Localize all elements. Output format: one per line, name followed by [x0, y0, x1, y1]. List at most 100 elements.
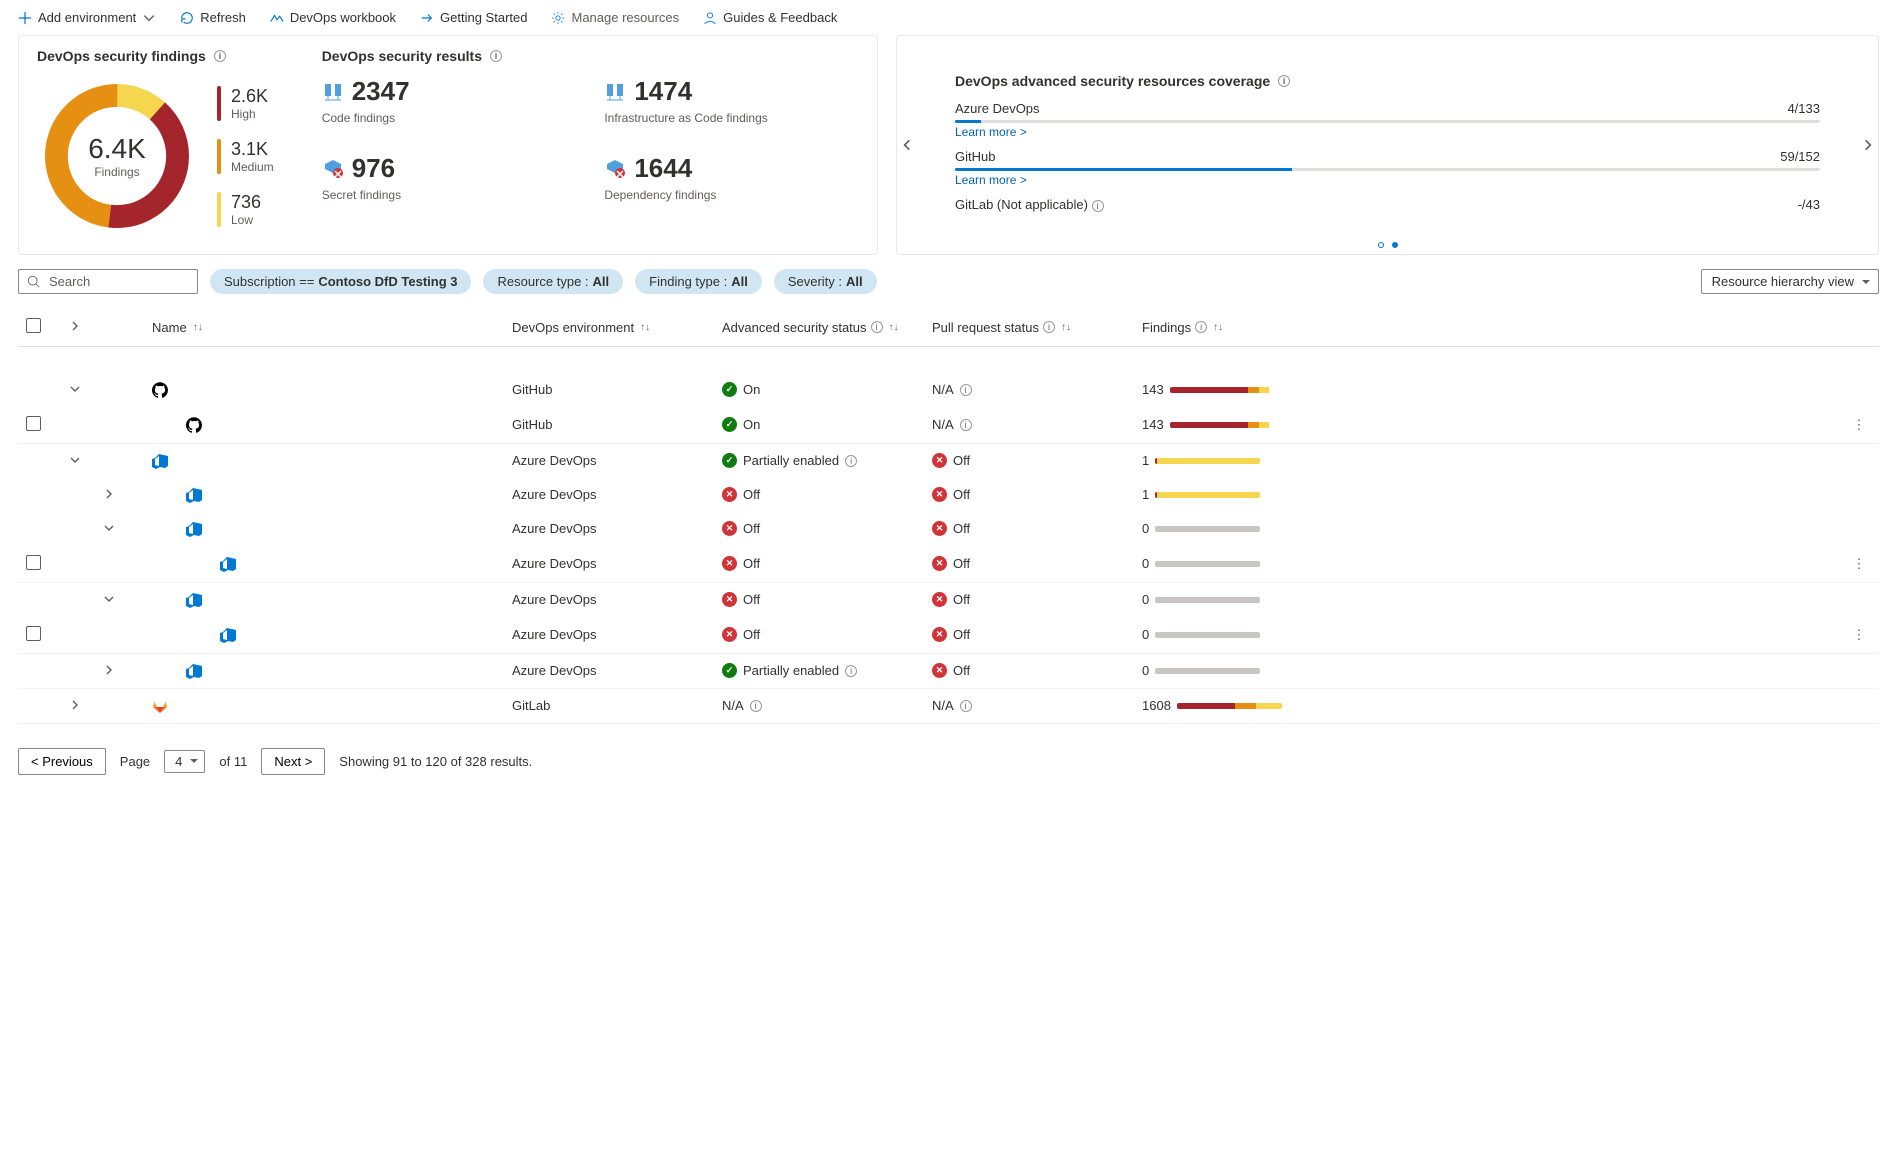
carousel-dot[interactable]: [1392, 242, 1398, 248]
table-row[interactable]: Azure DevOps✓Partially enabled i✕Off1: [18, 443, 1879, 478]
sort-icon: ↑↓: [1061, 322, 1071, 333]
expand-toggle[interactable]: [68, 698, 82, 712]
findings-bar: [1170, 387, 1275, 393]
next-button[interactable]: Next >: [261, 748, 325, 775]
secret-findings-tile[interactable]: 976 Secret findings: [322, 153, 577, 202]
info-icon[interactable]: i: [1092, 200, 1104, 212]
search-input[interactable]: Search: [18, 269, 198, 294]
findings-bar: [1155, 597, 1260, 603]
filter-subscription[interactable]: Subscription == Contoso DfD Testing 3: [210, 269, 471, 294]
findings-cell: 0: [1142, 627, 1831, 642]
col-findings-header[interactable]: Findings: [1142, 320, 1191, 335]
search-icon: [27, 275, 41, 289]
row-more-button[interactable]: ⋮: [1853, 417, 1866, 432]
table-row[interactable]: GitHub✓OnN/A i143⋮: [18, 407, 1879, 444]
carousel-prev-button[interactable]: [895, 133, 919, 157]
row-more-button[interactable]: ⋮: [1853, 556, 1866, 571]
pr-status: ✕Off: [932, 556, 1126, 571]
findings-bar: [1155, 526, 1260, 532]
info-icon[interactable]: i: [1278, 75, 1290, 87]
env-cell: GitLab: [504, 688, 714, 723]
expand-toggle[interactable]: [102, 487, 116, 501]
table-row[interactable]: Azure DevOps✕Off✕Off0⋮: [18, 617, 1879, 654]
info-icon[interactable]: i: [960, 419, 972, 431]
row-checkbox[interactable]: [26, 626, 41, 641]
expand-toggle[interactable]: [68, 382, 82, 396]
col-env-header[interactable]: DevOps environment: [512, 320, 634, 335]
env-cell: Azure DevOps: [504, 653, 714, 688]
previous-button[interactable]: < Previous: [18, 748, 106, 775]
table-row[interactable]: Azure DevOps✓Partially enabled i✕Off0: [18, 653, 1879, 688]
x-icon: ✕: [932, 521, 947, 536]
info-icon[interactable]: i: [490, 50, 502, 62]
table-row[interactable]: Azure DevOps✕Off✕Off0⋮: [18, 546, 1879, 583]
row-checkbox[interactable]: [26, 416, 41, 431]
arrow-right-icon: [420, 11, 434, 25]
info-icon[interactable]: i: [1043, 321, 1055, 333]
ado-icon: [186, 487, 202, 503]
coverage-ado-learn-link[interactable]: Learn more >: [955, 125, 1027, 139]
info-icon[interactable]: i: [845, 665, 857, 677]
table-row[interactable]: Azure DevOps✕Off✕Off0: [18, 512, 1879, 546]
findings-cell: 1: [1142, 453, 1831, 468]
info-icon[interactable]: i: [871, 321, 883, 333]
medium-count: 3.1K: [231, 139, 274, 160]
pr-status: N/A i: [932, 417, 1126, 432]
adv-security-status: ✕Off: [722, 521, 916, 536]
getting-started-button[interactable]: Getting Started: [420, 10, 527, 25]
coverage-card: DevOps advanced security resources cover…: [896, 35, 1879, 255]
devops-workbook-button[interactable]: DevOps workbook: [270, 10, 396, 25]
page-select[interactable]: 4: [164, 750, 205, 773]
expand-toggle[interactable]: [102, 663, 116, 677]
findings-cell: 1608: [1142, 698, 1831, 713]
table-row[interactable]: Azure DevOps✕Off✕Off0: [18, 582, 1879, 617]
table-row[interactable]: GitLabN/A iN/A i1608: [18, 688, 1879, 723]
findings-donut-chart: 6.4K Findings: [37, 76, 197, 236]
expand-toggle[interactable]: [68, 453, 82, 467]
carousel-next-button[interactable]: [1856, 133, 1880, 157]
ado-icon: [220, 556, 236, 572]
code-findings-tile[interactable]: 2347 Code findings: [322, 76, 577, 125]
x-icon: ✕: [722, 592, 737, 607]
expand-all-toggle[interactable]: [68, 319, 82, 333]
add-environment-button[interactable]: Add environment: [18, 10, 156, 25]
security-findings-card: DevOps security findings i 6.4K Findings: [18, 35, 878, 255]
coverage-ado-name: Azure DevOps: [955, 101, 1040, 116]
info-icon[interactable]: i: [960, 700, 972, 712]
filter-finding-type[interactable]: Finding type : All: [635, 269, 762, 294]
info-icon[interactable]: i: [1195, 321, 1207, 333]
row-checkbox[interactable]: [26, 555, 41, 570]
col-name-header[interactable]: Name: [152, 320, 187, 335]
table-row[interactable]: Azure DevOps✕Off✕Off1: [18, 478, 1879, 512]
info-icon[interactable]: i: [750, 700, 762, 712]
info-icon[interactable]: i: [960, 384, 972, 396]
ado-icon: [186, 663, 202, 679]
col-pr-header[interactable]: Pull request status: [932, 320, 1039, 335]
row-more-button[interactable]: ⋮: [1853, 627, 1866, 642]
env-cell: Azure DevOps: [504, 478, 714, 512]
iac-findings-tile[interactable]: 1474 Infrastructure as Code findings: [604, 76, 859, 125]
code-findings-icon: [322, 81, 344, 103]
view-dropdown[interactable]: Resource hierarchy view: [1701, 269, 1879, 294]
adv-security-status: ✕Off: [722, 487, 916, 502]
x-icon: ✕: [722, 521, 737, 536]
table-row[interactable]: GitHub✓OnN/A i143: [18, 373, 1879, 407]
refresh-button[interactable]: Refresh: [180, 10, 246, 25]
coverage-title: DevOps advanced security resources cover…: [955, 73, 1820, 89]
select-all-checkbox[interactable]: [26, 318, 41, 333]
expand-toggle[interactable]: [102, 521, 116, 535]
col-adv-header[interactable]: Advanced security status: [722, 320, 867, 335]
check-icon: ✓: [722, 663, 737, 678]
filter-severity[interactable]: Severity : All: [774, 269, 877, 294]
dependency-findings-tile[interactable]: 1644 Dependency findings: [604, 153, 859, 202]
coverage-gh-bar: [955, 168, 1820, 171]
carousel-dot[interactable]: [1378, 242, 1384, 248]
guides-feedback-button[interactable]: Guides & Feedback: [703, 10, 837, 25]
expand-toggle[interactable]: [102, 592, 116, 606]
coverage-gh-learn-link[interactable]: Learn more >: [955, 173, 1027, 187]
sort-icon: ↑↓: [1213, 322, 1223, 333]
filter-resource-type[interactable]: Resource type : All: [483, 269, 623, 294]
github-icon: [186, 417, 202, 433]
info-icon[interactable]: i: [845, 455, 857, 467]
info-icon[interactable]: i: [214, 50, 226, 62]
